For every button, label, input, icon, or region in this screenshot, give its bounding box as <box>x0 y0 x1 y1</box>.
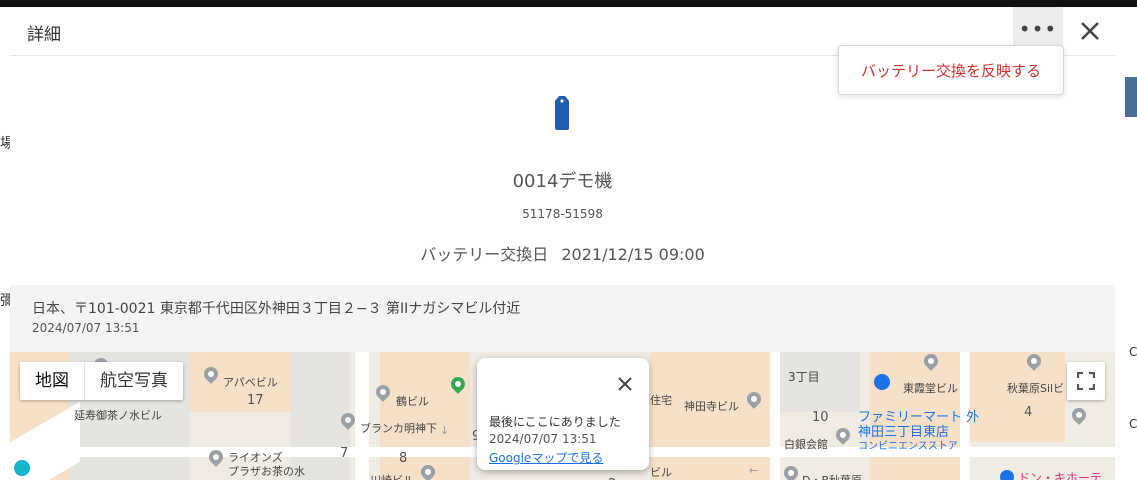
address-text: 日本、〒101-0021 東京都千代田区外神田３丁目２−３ 第IIナガシマビル付… <box>32 301 521 317</box>
info-window-text: 最後にここにありました <box>489 415 621 429</box>
map-number: 8 <box>399 451 408 466</box>
map-label: 神田寺ビル <box>684 400 739 413</box>
close-button[interactable] <box>1072 13 1108 49</box>
map-label: 延寿御茶ノ水ビル <box>74 409 162 422</box>
background-right-edge: C C <box>1115 7 1137 480</box>
place-icon <box>14 460 30 476</box>
battery-label: バッテリー交換日 <box>420 245 549 264</box>
tag-icon <box>555 96 569 130</box>
battery-date: 2021/12/15 09:00 <box>561 245 705 264</box>
shop-icon <box>1000 470 1014 480</box>
map-number: 7 <box>340 446 349 461</box>
map-label: 川崎ビル <box>370 472 414 480</box>
map-label: D・B秋葉原 <box>802 472 862 480</box>
map-label: 白銀会館 <box>784 438 828 451</box>
map-label: ビル <box>650 466 672 479</box>
address-timestamp: 2024/07/07 13:51 <box>32 321 140 335</box>
menu-item-label: バッテリー交換を反映する <box>860 61 1041 80</box>
dialog-title: 詳細 <box>27 25 61 45</box>
store-icon <box>874 374 890 390</box>
map-label: 東霞堂ビル <box>903 382 958 395</box>
map-type-map-button[interactable]: 地図 <box>20 362 84 400</box>
map-label: ドン・キホーテ <box>1018 471 1103 480</box>
info-window-close-button[interactable] <box>613 372 637 396</box>
map-pin-icon <box>833 425 853 445</box>
map-label: 秋葉原Silビ <box>1007 382 1065 395</box>
google-maps-link[interactable]: Googleマップで見る <box>489 449 603 466</box>
map-pin-icon <box>1069 405 1089 425</box>
map-label: コンビニエンスストア <box>858 441 958 452</box>
info-window-time: 2024/07/07 13:51 <box>489 432 597 446</box>
menu-item-apply-battery-replacement[interactable]: バッテリー交換を反映する <box>838 45 1064 95</box>
map-view[interactable]: アパベビル 延寿御茶ノ水ビル 鶴ビル ブランカ明神下 ライオンズ プラザお茶の水… <box>10 352 1115 480</box>
fullscreen-icon <box>1077 372 1095 390</box>
background-bar <box>0 0 1137 7</box>
more-icon: ••• <box>1018 17 1058 41</box>
map-label: 住宅 <box>650 394 672 407</box>
battery-replacement-row: バッテリー交換日 2021/12/15 09:00 <box>10 241 1115 265</box>
device-id: 51178-51598 <box>522 207 603 221</box>
map-label: 3丁目 <box>788 370 820 384</box>
device-name: 0014デモ機 <box>512 171 613 192</box>
map-label: プラザお茶の水 <box>228 465 305 478</box>
map-label: アパベビル <box>223 376 278 389</box>
background-left-edge: 場 彌 <box>0 7 14 480</box>
detail-dialog: 詳細 ••• バッテリー交換を反映する 0014デモ機 51178-51598 … <box>10 7 1115 480</box>
fullscreen-button[interactable] <box>1067 362 1105 400</box>
map-type-control: 地図 航空写真 <box>20 362 183 400</box>
map-label: ブランカ明神下 <box>360 422 437 435</box>
map-info-window: 最後にここにありました 2024/07/07 13:51 Googleマップで見… <box>477 358 649 470</box>
map-number: 4 <box>1024 405 1033 420</box>
close-icon <box>1081 22 1099 40</box>
map-number: 10 <box>812 410 829 425</box>
address-section: 日本、〒101-0021 東京都千代田区外神田３丁目２−３ 第IIナガシマビル付… <box>10 285 1115 352</box>
map-label: 鶴ビル <box>396 395 429 408</box>
close-icon <box>618 377 632 391</box>
map-type-satellite-button[interactable]: 航空写真 <box>84 362 183 400</box>
map-number: 17 <box>247 393 264 408</box>
map-pin-icon <box>781 463 801 480</box>
